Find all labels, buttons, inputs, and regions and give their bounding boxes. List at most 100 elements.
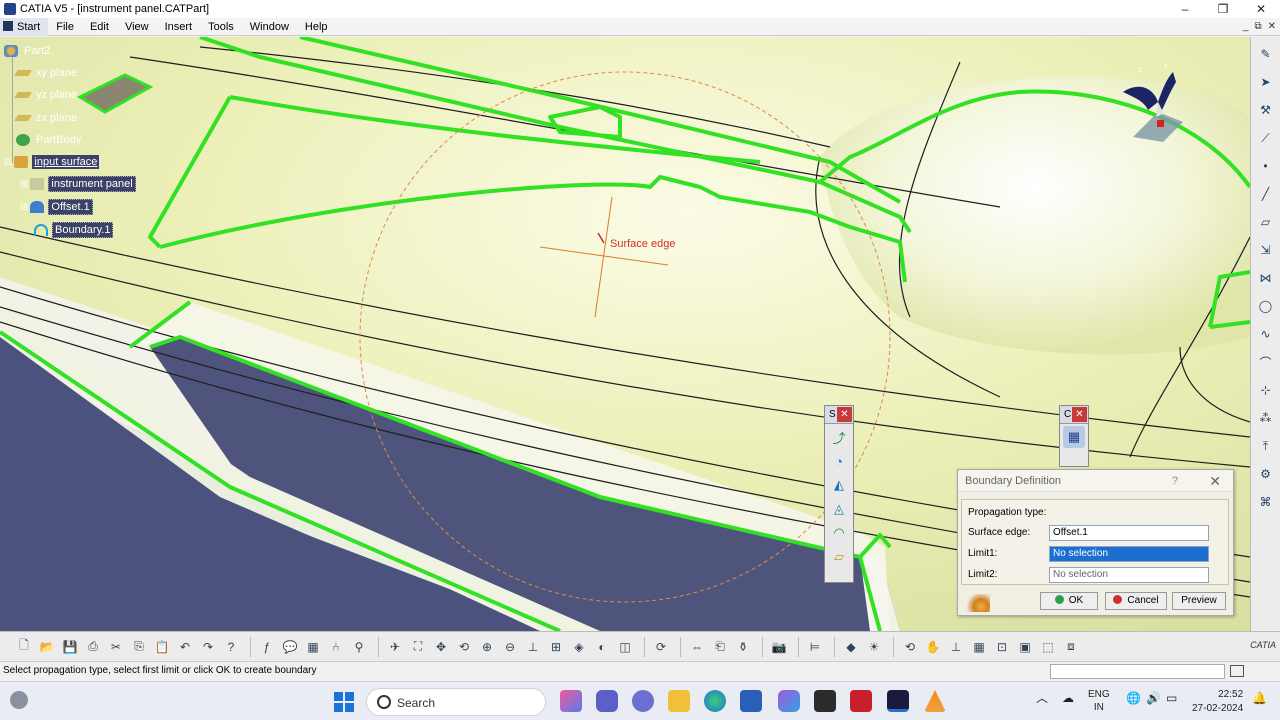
cut-icon[interactable]: ✂: [106, 637, 126, 657]
measure-between-icon[interactable]: ⊨: [805, 637, 825, 657]
tree-item-zx-plane[interactable]: zx plane: [14, 110, 79, 126]
law-icon[interactable]: ⤒: [1255, 435, 1277, 457]
tree-icon[interactable]: ⑃: [326, 637, 346, 657]
surface-edge-field[interactable]: Offset.1: [1049, 525, 1209, 541]
taskbar-search[interactable]: Search: [366, 688, 546, 716]
widgets-icon[interactable]: [10, 691, 28, 709]
pan-icon[interactable]: ✥: [431, 637, 451, 657]
snap-icon[interactable]: ⊡: [992, 637, 1012, 657]
intersection-icon[interactable]: ⋈: [1255, 267, 1277, 289]
tree-item-input-surface[interactable]: ⊟ input surface: [4, 154, 100, 170]
catia-taskbar-icon[interactable]: [887, 690, 909, 712]
help-button[interactable]: ?: [1172, 470, 1178, 492]
geometry-icon[interactable]: ⧈: [1061, 637, 1081, 657]
extrude-surface-icon[interactable]: ⤴: [828, 426, 850, 448]
cancel-button[interactable]: Cancel: [1105, 592, 1167, 610]
paste-icon[interactable]: 📋: [152, 637, 172, 657]
circle-icon[interactable]: ◯: [1255, 295, 1277, 317]
whats-this-icon[interactable]: ?: [221, 637, 241, 657]
command-icon[interactable]: [1230, 665, 1244, 677]
fly-mode-icon[interactable]: ✈: [385, 637, 405, 657]
restore-button[interactable]: ❐: [1204, 0, 1242, 18]
chevron-up-icon[interactable]: ︿: [1036, 692, 1048, 705]
preview-button[interactable]: Preview: [1172, 592, 1226, 610]
sweep-surface-icon[interactable]: ◭: [828, 474, 850, 496]
globe-icon[interactable]: 🌐: [1126, 692, 1141, 705]
tree-item-boundary[interactable]: Boundary.1: [34, 222, 114, 238]
pattern-icon[interactable]: ⁂: [1255, 407, 1277, 429]
expand-icon[interactable]: ⊞: [20, 179, 28, 190]
copilot-app-icon[interactable]: [778, 690, 800, 712]
notification-bell-icon[interactable]: 🔔: [1252, 692, 1267, 705]
store-icon[interactable]: [740, 690, 762, 712]
copy-icon[interactable]: ⎘: [129, 637, 149, 657]
new-file-icon[interactable]: 🗋: [14, 637, 34, 657]
blend-surface-icon[interactable]: ◠: [828, 522, 850, 544]
save-icon[interactable]: 💾: [60, 637, 80, 657]
point-icon[interactable]: •: [1255, 155, 1277, 177]
comment-icon[interactable]: 💬: [280, 637, 300, 657]
menu-window[interactable]: Window: [242, 18, 297, 36]
projection-icon[interactable]: ⇲: [1255, 239, 1277, 261]
doc-minimize-button[interactable]: _: [1243, 18, 1249, 36]
teams-icon[interactable]: [596, 690, 618, 712]
work-support-icon[interactable]: ▣: [1015, 637, 1035, 657]
line-icon[interactable]: ╱: [1255, 183, 1277, 205]
doc-restore-button[interactable]: ⧉: [1254, 18, 1261, 36]
tree-root[interactable]: Part2: [4, 43, 52, 59]
table-icon[interactable]: ▦: [303, 637, 323, 657]
connect-checker-icon[interactable]: ▦: [1063, 426, 1085, 448]
network-icon[interactable]: ☁: [1062, 692, 1074, 705]
menu-start[interactable]: Start: [0, 17, 49, 36]
fill-surface-icon[interactable]: ◬: [828, 498, 850, 520]
formula-icon[interactable]: ƒ: [257, 637, 277, 657]
command-input[interactable]: [1050, 664, 1225, 679]
redo-icon[interactable]: ↷: [198, 637, 218, 657]
analysis-toolbar-close-button[interactable]: ✕: [1072, 407, 1087, 422]
battery-icon[interactable]: ▭: [1166, 692, 1177, 705]
doc-close-button[interactable]: ✕: [1268, 18, 1276, 36]
knowledge-icon[interactable]: ⚙: [1255, 463, 1277, 485]
tree-item-partbody[interactable]: PartBody: [16, 132, 83, 148]
edge-icon[interactable]: [704, 690, 726, 712]
menu-help[interactable]: Help: [297, 18, 336, 36]
measure-icon[interactable]: ⟋: [1255, 127, 1277, 149]
menu-view[interactable]: View: [117, 18, 157, 36]
tree-item-instrument-panel[interactable]: ⊞ instrument panel: [20, 176, 136, 192]
volume-icon[interactable]: 🔊: [1146, 692, 1161, 705]
axis-system-icon[interactable]: ⊥: [946, 637, 966, 657]
menu-insert[interactable]: Insert: [157, 18, 201, 36]
dialog-close-button[interactable]: ✕: [1209, 470, 1221, 492]
body-icon[interactable]: ⇔: [687, 637, 707, 657]
tree-item-offset[interactable]: ⊞ Offset.1: [20, 199, 93, 215]
terminal-icon[interactable]: [814, 690, 836, 712]
tree-item-xy-plane[interactable]: xy plane: [14, 65, 79, 81]
spline-icon[interactable]: ∿: [1255, 323, 1277, 345]
catalog-icon[interactable]: ⚲: [349, 637, 369, 657]
print-icon[interactable]: ⎙: [83, 637, 103, 657]
sketch-icon[interactable]: ✎: [1255, 43, 1277, 65]
fit-all-icon[interactable]: ⛶: [408, 637, 428, 657]
3d-compass-icon[interactable]: ⬚: [1038, 637, 1058, 657]
grid-icon[interactable]: ▦: [969, 637, 989, 657]
insert-body-icon[interactable]: ⎗: [710, 637, 730, 657]
open-folder-icon[interactable]: 📂: [37, 637, 57, 657]
rotate-icon[interactable]: ⟲: [454, 637, 474, 657]
solidworks-icon[interactable]: [850, 690, 872, 712]
copilot-icon[interactable]: [560, 690, 582, 712]
surfaces-toolbar-close-button[interactable]: ✕: [837, 407, 852, 422]
swap-icon[interactable]: ⟲: [900, 637, 920, 657]
tools-icon[interactable]: ⚒: [1255, 99, 1277, 121]
multi-view-icon[interactable]: ⊞: [546, 637, 566, 657]
limit2-field[interactable]: No selection: [1049, 567, 1209, 583]
material-icon[interactable]: ⚱: [733, 637, 753, 657]
select-arrow-icon[interactable]: ➤: [1255, 71, 1277, 93]
menu-edit[interactable]: Edit: [82, 18, 117, 36]
menu-file[interactable]: File: [48, 18, 82, 36]
revolve-surface-icon[interactable]: ◔: [828, 450, 850, 472]
collapse-icon[interactable]: ⊟: [4, 157, 12, 168]
undo-icon[interactable]: ↶: [175, 637, 195, 657]
windows-start-icon[interactable]: [334, 692, 354, 712]
zoom-out-icon[interactable]: ⊖: [500, 637, 520, 657]
axis-icon[interactable]: ⊹: [1255, 379, 1277, 401]
